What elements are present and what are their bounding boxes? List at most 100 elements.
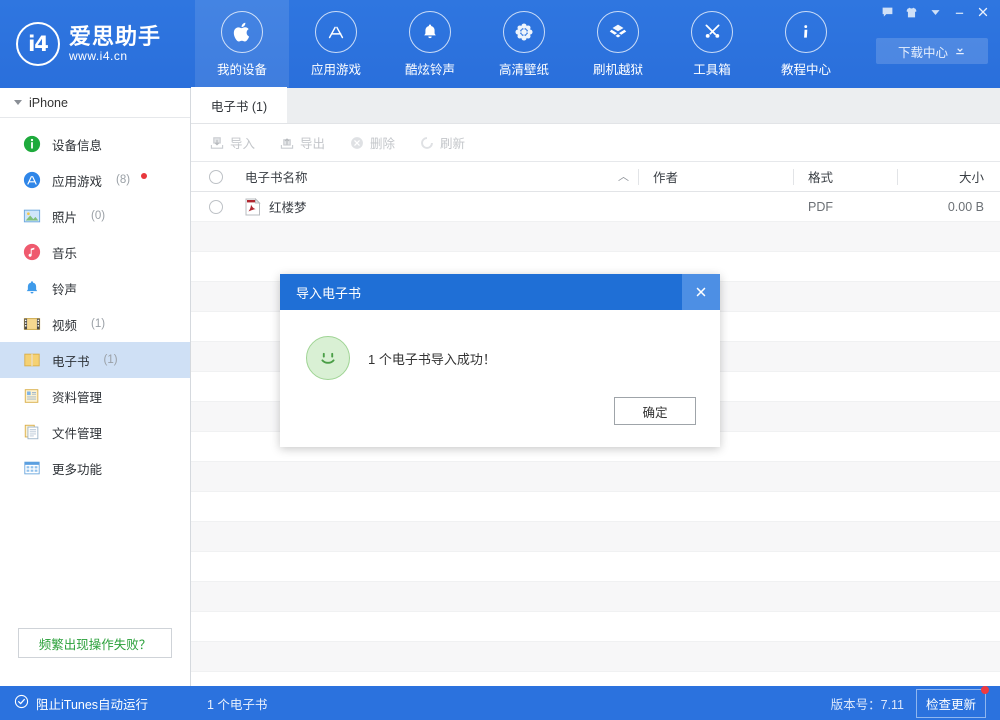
block-itunes-toggle[interactable]: 阻止iTunes自动运行 <box>0 686 191 720</box>
row-format-cell: PDF <box>794 200 898 214</box>
column-divider[interactable] <box>638 169 639 185</box>
export-button[interactable]: 导出 <box>275 131 329 154</box>
update-badge-icon <box>981 686 989 694</box>
dialog-close-button[interactable] <box>682 274 720 310</box>
download-center-button[interactable]: 下载中心 <box>876 38 988 64</box>
sidebar-item-ringtones[interactable]: 铃声 <box>0 270 190 306</box>
sidebar-item-videos[interactable]: 视频 (1) <box>0 306 190 342</box>
column-divider[interactable] <box>793 169 794 185</box>
row-checkbox[interactable] <box>191 200 241 214</box>
logo-mark-text: i4 <box>28 32 48 56</box>
device-selector[interactable]: iPhone <box>0 88 190 118</box>
column-header-size-label: 大小 <box>959 171 984 185</box>
import-icon <box>209 135 225 151</box>
smiley-success-icon <box>306 336 350 380</box>
dialog-message: 1 个电子书导入成功！ <box>368 349 496 368</box>
appstore-icon <box>315 11 357 53</box>
menu-caret-icon[interactable] <box>924 2 946 22</box>
sidebar-item-data-manage[interactable]: 资料管理 <box>0 378 190 414</box>
status-item-count: 1 个电子书 <box>191 694 831 713</box>
refresh-button[interactable]: 刷新 <box>415 131 469 154</box>
frequent-failure-help-button[interactable]: 频繁出现操作失败？ <box>18 628 172 658</box>
empty-row <box>191 522 1000 552</box>
sidebar-item-file-manage[interactable]: 文件管理 <box>0 414 190 450</box>
dialog-ok-label: 确定 <box>642 402 667 421</box>
chevron-down-icon <box>14 100 22 105</box>
tab-label: 电子书 (1) <box>211 96 267 115</box>
delete-button[interactable]: 删除 <box>345 131 399 154</box>
column-header-name[interactable]: 电子书名称 ︿ <box>241 167 639 186</box>
sidebar-nav: 设备信息 应用游戏 (8) 照片 (0) <box>0 118 190 486</box>
nav-item-flash-jailbreak[interactable]: 刷机越狱 <box>571 0 665 88</box>
export-label: 导出 <box>300 133 325 152</box>
close-icon[interactable] <box>972 2 994 22</box>
tools-icon <box>691 11 733 53</box>
music-icon <box>22 242 42 262</box>
sidebar-item-label: 应用游戏 <box>52 171 102 190</box>
import-button[interactable]: 导入 <box>205 131 259 154</box>
delete-icon <box>349 135 365 151</box>
nav-label: 刷机越狱 <box>593 59 643 78</box>
app-header: i4 爱思助手 www.i4.cn 我的设备 应用游戏 <box>0 0 1000 88</box>
flower-icon <box>503 11 545 53</box>
check-update-button[interactable]: 检查更新 <box>916 689 986 718</box>
sidebar: iPhone 设备信息 应用游戏 (8) <box>0 88 191 686</box>
nav-label: 工具箱 <box>693 59 731 78</box>
info-circle-icon <box>22 134 42 154</box>
column-header-author[interactable]: 作者 <box>639 167 794 186</box>
nav-item-tutorials[interactable]: 教程中心 <box>759 0 853 88</box>
sidebar-item-label: 铃声 <box>52 279 77 298</box>
file-manage-icon <box>22 422 42 442</box>
box-icon <box>597 11 639 53</box>
dialog-title: 导入电子书 <box>296 283 361 302</box>
sidebar-item-count: (0) <box>91 210 105 222</box>
sidebar-item-more-features[interactable]: 更多功能 <box>0 450 190 486</box>
dialog-ok-button[interactable]: 确定 <box>614 397 696 425</box>
sidebar-item-label: 更多功能 <box>52 459 102 478</box>
column-header-name-label: 电子书名称 <box>245 171 308 185</box>
logo-mark-icon: i4 <box>16 22 60 66</box>
sidebar-item-photos[interactable]: 照片 (0) <box>0 198 190 234</box>
content-toolbar: 导入 导出 删除 刷新 <box>191 124 1000 162</box>
nav-label: 教程中心 <box>781 59 831 78</box>
block-itunes-label: 阻止iTunes自动运行 <box>36 694 148 713</box>
table-header: 电子书名称 ︿ 作者 格式 大小 <box>191 162 1000 192</box>
info-icon <box>785 11 827 53</box>
nav-item-ringtones[interactable]: 酷炫铃声 <box>383 0 477 88</box>
circle-checkbox-icon <box>209 170 223 184</box>
sidebar-item-count: (1) <box>104 354 118 366</box>
nav-label: 应用游戏 <box>311 59 361 78</box>
ebook-list: 红楼梦 PDF 0.00 B <box>191 192 1000 702</box>
empty-row <box>191 462 1000 492</box>
refresh-label: 刷新 <box>440 133 465 152</box>
ebook-icon <box>22 350 42 370</box>
app-logo: i4 爱思助手 www.i4.cn <box>0 0 195 88</box>
empty-row <box>191 612 1000 642</box>
feedback-icon[interactable] <box>876 2 898 22</box>
sidebar-item-ebooks[interactable]: 电子书 (1) <box>0 342 190 378</box>
table-row[interactable]: 红楼梦 PDF 0.00 B <box>191 192 1000 222</box>
sidebar-item-label: 文件管理 <box>52 423 102 442</box>
delete-label: 删除 <box>370 133 395 152</box>
nav-item-apps-games[interactable]: 应用游戏 <box>289 0 383 88</box>
dialog-title-bar: 导入电子书 <box>280 274 720 310</box>
ringtone-icon <box>22 278 42 298</box>
empty-row <box>191 642 1000 672</box>
sidebar-item-music[interactable]: 音乐 <box>0 234 190 270</box>
sidebar-item-device-info[interactable]: 设备信息 <box>0 126 190 162</box>
column-header-format[interactable]: 格式 <box>794 167 898 186</box>
export-icon <box>279 135 295 151</box>
skin-icon[interactable] <box>900 2 922 22</box>
sidebar-item-label: 设备信息 <box>52 135 102 154</box>
nav-item-my-device[interactable]: 我的设备 <box>195 0 289 88</box>
column-divider[interactable] <box>897 169 898 185</box>
import-result-dialog: 导入电子书 1 个电子书导入成功！ 确定 <box>280 274 720 447</box>
sidebar-item-apps-games[interactable]: 应用游戏 (8) <box>0 162 190 198</box>
logo-name: 爱思助手 <box>69 25 161 48</box>
column-header-size[interactable]: 大小 <box>898 167 1000 186</box>
nav-item-wallpapers[interactable]: 高清壁纸 <box>477 0 571 88</box>
tab-ebooks[interactable]: 电子书 (1) <box>191 87 287 123</box>
minimize-icon[interactable] <box>948 2 970 22</box>
nav-item-toolbox[interactable]: 工具箱 <box>665 0 759 88</box>
select-all-checkbox[interactable] <box>191 170 241 184</box>
